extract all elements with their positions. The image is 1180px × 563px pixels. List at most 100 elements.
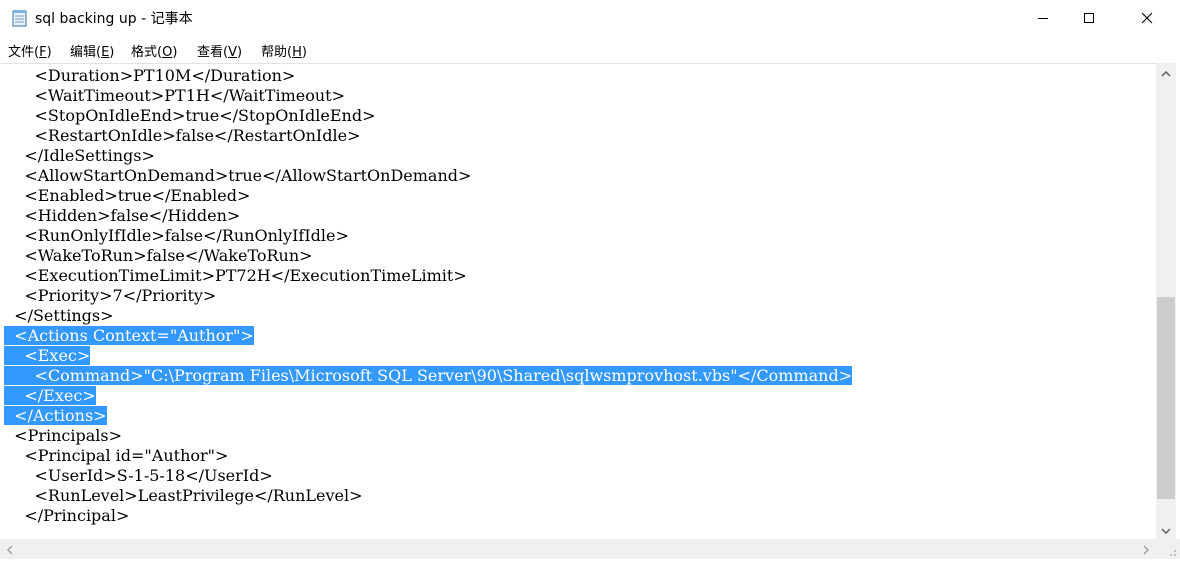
line-text: </Principal>	[24, 506, 130, 525]
menu-help-tail: )	[301, 45, 307, 60]
text-line[interactable]: <Principals>	[4, 426, 122, 446]
maximize-button[interactable]	[1066, 0, 1112, 36]
menu-help-accel: H	[292, 45, 302, 60]
text-line[interactable]: <Principal id="Author">	[4, 446, 228, 466]
line-text: </Exec>	[24, 386, 96, 405]
line-text: <RestartOnIdle>false</RestartOnIdle>	[34, 126, 361, 145]
menu-view[interactable]: 查看(V)	[197, 41, 242, 60]
menu-file-accel: F	[39, 45, 47, 60]
menu-bar: 文件(F) 编辑(E) 格式(O) 查看(V) 帮助(H)	[0, 38, 1180, 62]
scroll-down-arrow[interactable]	[1156, 520, 1176, 537]
text-line[interactable]: <WakeToRun>false</WakeToRun>	[4, 246, 313, 266]
minimize-icon	[1037, 9, 1049, 28]
chevron-left-icon	[6, 540, 13, 559]
text-line[interactable]: <Duration>PT10M</Duration>	[4, 66, 296, 86]
title-bar[interactable]: sql backing up - 记事本	[0, 0, 1180, 36]
menu-file[interactable]: 文件(F)	[8, 41, 52, 60]
menu-help-label: 帮助(	[261, 45, 293, 60]
text-line[interactable]: <Hidden>false</Hidden>	[4, 206, 240, 226]
horizontal-scrollbar[interactable]	[0, 539, 1156, 559]
text-line[interactable]: <ExecutionTimeLimit>PT72H</ExecutionTime…	[4, 266, 466, 286]
scroll-left-arrow[interactable]	[0, 541, 20, 558]
line-text: <Actions Context="Author">	[14, 326, 254, 345]
line-text: </Actions>	[14, 406, 107, 425]
scroll-up-arrow[interactable]	[1156, 63, 1176, 80]
close-button[interactable]	[1124, 0, 1170, 36]
line-text: <StopOnIdleEnd>true</StopOnIdleEnd>	[34, 106, 376, 125]
text-line[interactable]: </IdleSettings>	[4, 146, 155, 166]
text-line[interactable]: <AllowStartOnDemand>true</AllowStartOnDe…	[4, 166, 471, 186]
menu-view-label: 查看(	[197, 45, 229, 60]
menu-file-tail: )	[46, 45, 52, 60]
line-text: <AllowStartOnDemand>true</AllowStartOnDe…	[24, 166, 472, 185]
line-text: <Principals>	[14, 426, 123, 445]
window-title: sql backing up - 记事本	[35, 11, 193, 27]
line-text: <Hidden>false</Hidden>	[24, 206, 241, 225]
text-editor[interactable]: <Duration>PT10M</Duration> <WaitTimeout>…	[1, 63, 1156, 538]
text-line[interactable]: <WaitTimeout>PT1H</WaitTimeout>	[4, 86, 345, 106]
menu-format[interactable]: 格式(O)	[131, 41, 177, 60]
menu-edit-tail: )	[109, 45, 115, 60]
minimize-button[interactable]	[1020, 0, 1066, 36]
text-line[interactable]: <RestartOnIdle>false</RestartOnIdle>	[4, 126, 361, 146]
text-line[interactable]: </Settings>	[4, 306, 113, 326]
text-line[interactable]: <Priority>7</Priority>	[4, 286, 216, 306]
menu-format-label: 格式(	[131, 45, 163, 60]
menu-file-label: 文件(	[8, 45, 40, 60]
line-text: <Exec>	[24, 346, 91, 365]
line-text: <UserId>S-1-5-18</UserId>	[34, 466, 273, 485]
text-line[interactable]: <RunLevel>LeastPrivilege</RunLevel>	[4, 486, 363, 506]
line-text: <WakeToRun>false</WakeToRun>	[24, 246, 313, 265]
text-line[interactable]: </Principal>	[4, 506, 129, 526]
text-line[interactable]: <Command>"C:\Program Files\Microsoft SQL…	[4, 366, 853, 386]
chevron-up-icon	[1161, 62, 1171, 81]
text-line[interactable]: </Actions>	[4, 406, 107, 426]
close-icon	[1141, 9, 1153, 28]
line-indent	[4, 386, 25, 405]
line-indent	[4, 346, 25, 365]
resize-grip[interactable]	[1156, 539, 1180, 559]
chevron-down-icon	[1161, 519, 1171, 538]
menu-format-accel: O	[162, 45, 173, 60]
line-text: </IdleSettings>	[24, 146, 155, 165]
maximize-icon	[1083, 9, 1095, 28]
text-line[interactable]: <UserId>S-1-5-18</UserId>	[4, 466, 273, 486]
line-text: <Command>"C:\Program Files\Microsoft SQL…	[34, 366, 853, 385]
line-indent	[4, 326, 15, 345]
menu-view-tail: )	[236, 45, 243, 60]
text-line[interactable]: <StopOnIdleEnd>true</StopOnIdleEnd>	[4, 106, 376, 126]
resize-grip-icon	[1170, 550, 1176, 556]
vertical-scroll-thumb[interactable]	[1157, 297, 1175, 499]
text-line[interactable]: <RunOnlyIfIdle>false</RunOnlyIfIdle>	[4, 226, 349, 246]
text-line[interactable]: <Enabled>true</Enabled>	[4, 186, 250, 206]
line-text: <Enabled>true</Enabled>	[24, 186, 251, 205]
menu-help[interactable]: 帮助(H)	[261, 41, 307, 60]
text-line[interactable]: <Exec>	[4, 346, 91, 366]
text-line[interactable]: <Actions Context="Author">	[4, 326, 254, 346]
chevron-right-icon	[1143, 540, 1150, 559]
line-indent	[4, 406, 15, 425]
text-line[interactable]: </Exec>	[4, 386, 96, 406]
menu-edit[interactable]: 编辑(E)	[70, 41, 114, 60]
scroll-right-arrow[interactable]	[1136, 541, 1156, 558]
line-text: <WaitTimeout>PT1H</WaitTimeout>	[34, 86, 345, 105]
menu-view-accel: V	[228, 45, 237, 60]
line-text: <RunLevel>LeastPrivilege</RunLevel>	[34, 486, 363, 505]
